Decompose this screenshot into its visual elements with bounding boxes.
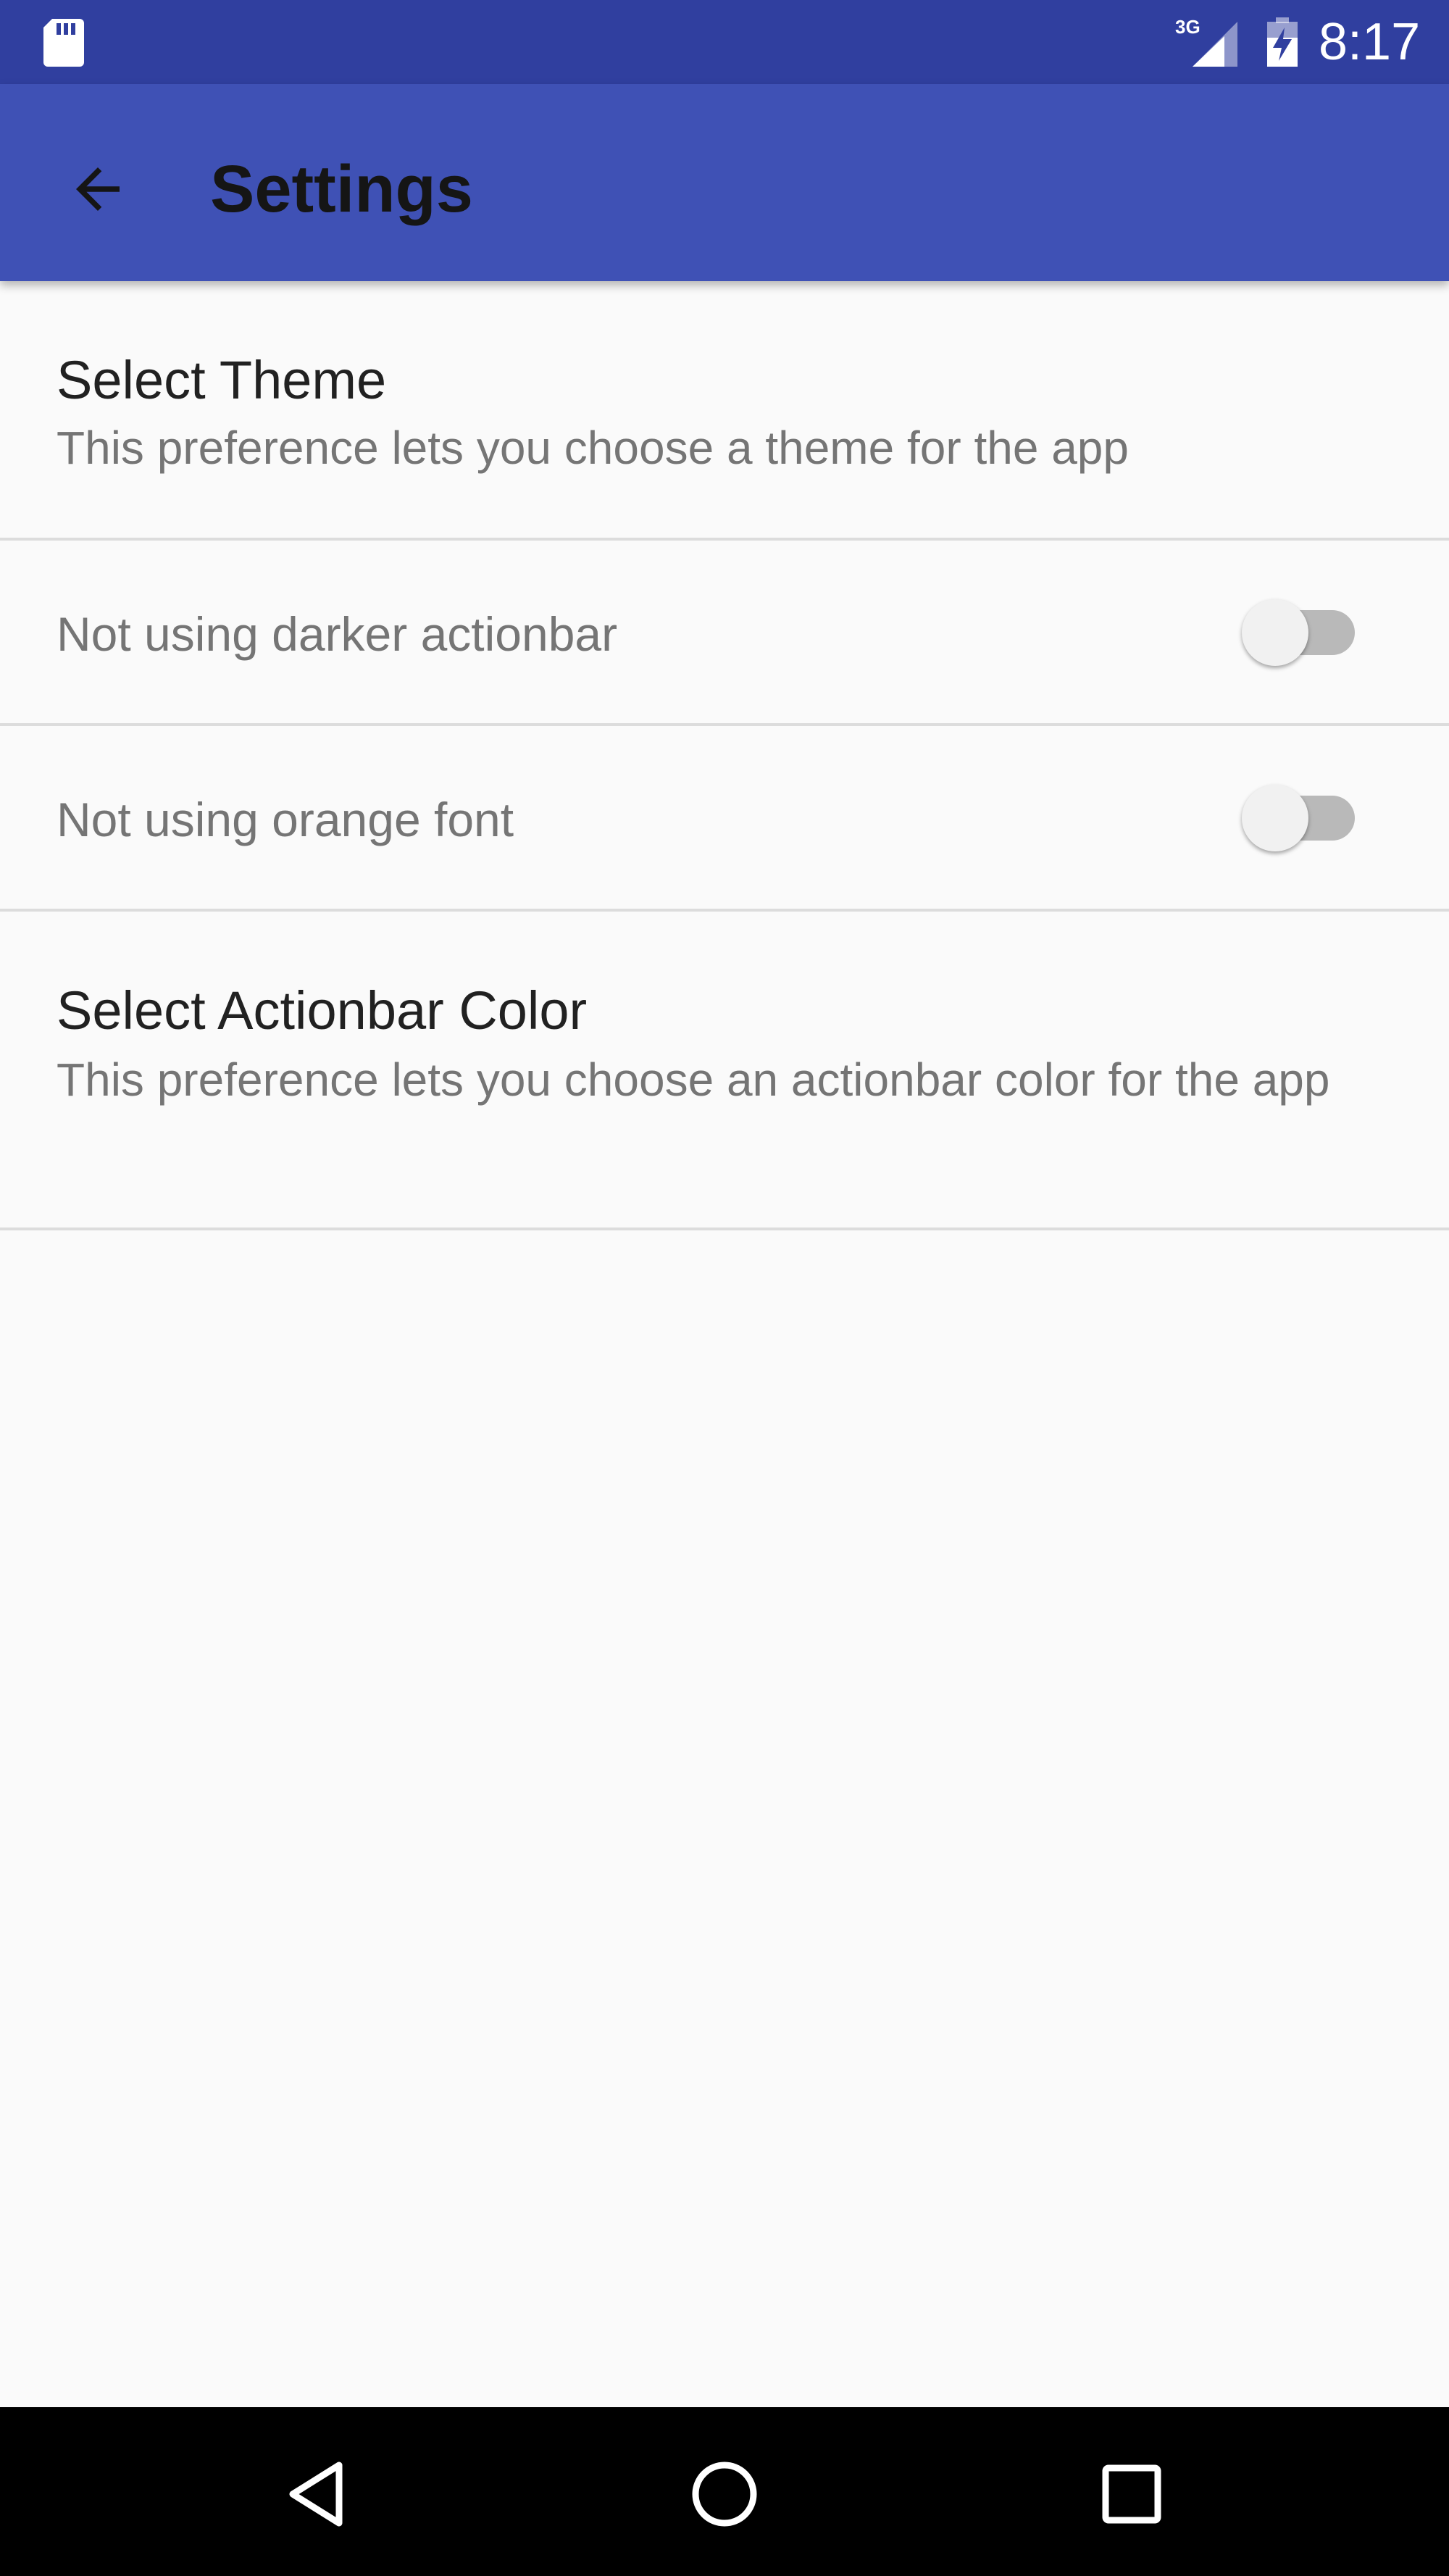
darker-actionbar-label: Not using darker actionbar xyxy=(57,607,618,661)
status-clock: 8:17 xyxy=(1319,13,1421,71)
back-triangle-icon xyxy=(289,2462,343,2527)
signal-icon: 3G xyxy=(1175,16,1237,67)
app-bar: Settings xyxy=(0,84,1449,281)
status-bar: 3G 8:17 xyxy=(0,0,1449,84)
select-theme-summary: This preference lets you choose a theme … xyxy=(57,422,1129,474)
network-type-label: 3G xyxy=(1175,16,1200,38)
select-theme-title: Select Theme xyxy=(57,350,387,410)
nav-home-button[interactable] xyxy=(674,2443,775,2545)
nav-recents-button[interactable] xyxy=(1081,2443,1182,2545)
select-actionbar-color-preference[interactable]: Select Actionbar Color This preference l… xyxy=(0,912,1449,1230)
darker-actionbar-switch[interactable] xyxy=(1242,599,1355,666)
home-circle-icon xyxy=(692,2462,757,2527)
sd-card-icon xyxy=(43,19,84,67)
battery-charging-icon xyxy=(1267,17,1298,67)
orange-font-preference[interactable]: Not using orange font xyxy=(0,726,1449,912)
preference-list: Select Theme This preference lets you ch… xyxy=(0,281,1449,1230)
navigation-bar xyxy=(0,2407,1449,2576)
switch-thumb xyxy=(1242,785,1308,851)
nav-back-button[interactable] xyxy=(267,2443,368,2545)
select-actionbar-color-title: Select Actionbar Color xyxy=(57,980,588,1041)
select-actionbar-color-summary: This preference lets you choose an actio… xyxy=(57,1054,1330,1106)
orange-font-label: Not using orange font xyxy=(57,793,514,846)
darker-actionbar-preference[interactable]: Not using darker actionbar xyxy=(0,541,1449,726)
page-title: Settings xyxy=(210,152,473,226)
back-button[interactable] xyxy=(51,142,145,236)
orange-font-switch[interactable] xyxy=(1242,785,1355,851)
recents-square-icon xyxy=(1102,2464,1161,2524)
switch-thumb xyxy=(1242,599,1308,666)
arrow-back-icon xyxy=(76,167,120,211)
select-theme-preference[interactable]: Select Theme This preference lets you ch… xyxy=(0,281,1449,541)
